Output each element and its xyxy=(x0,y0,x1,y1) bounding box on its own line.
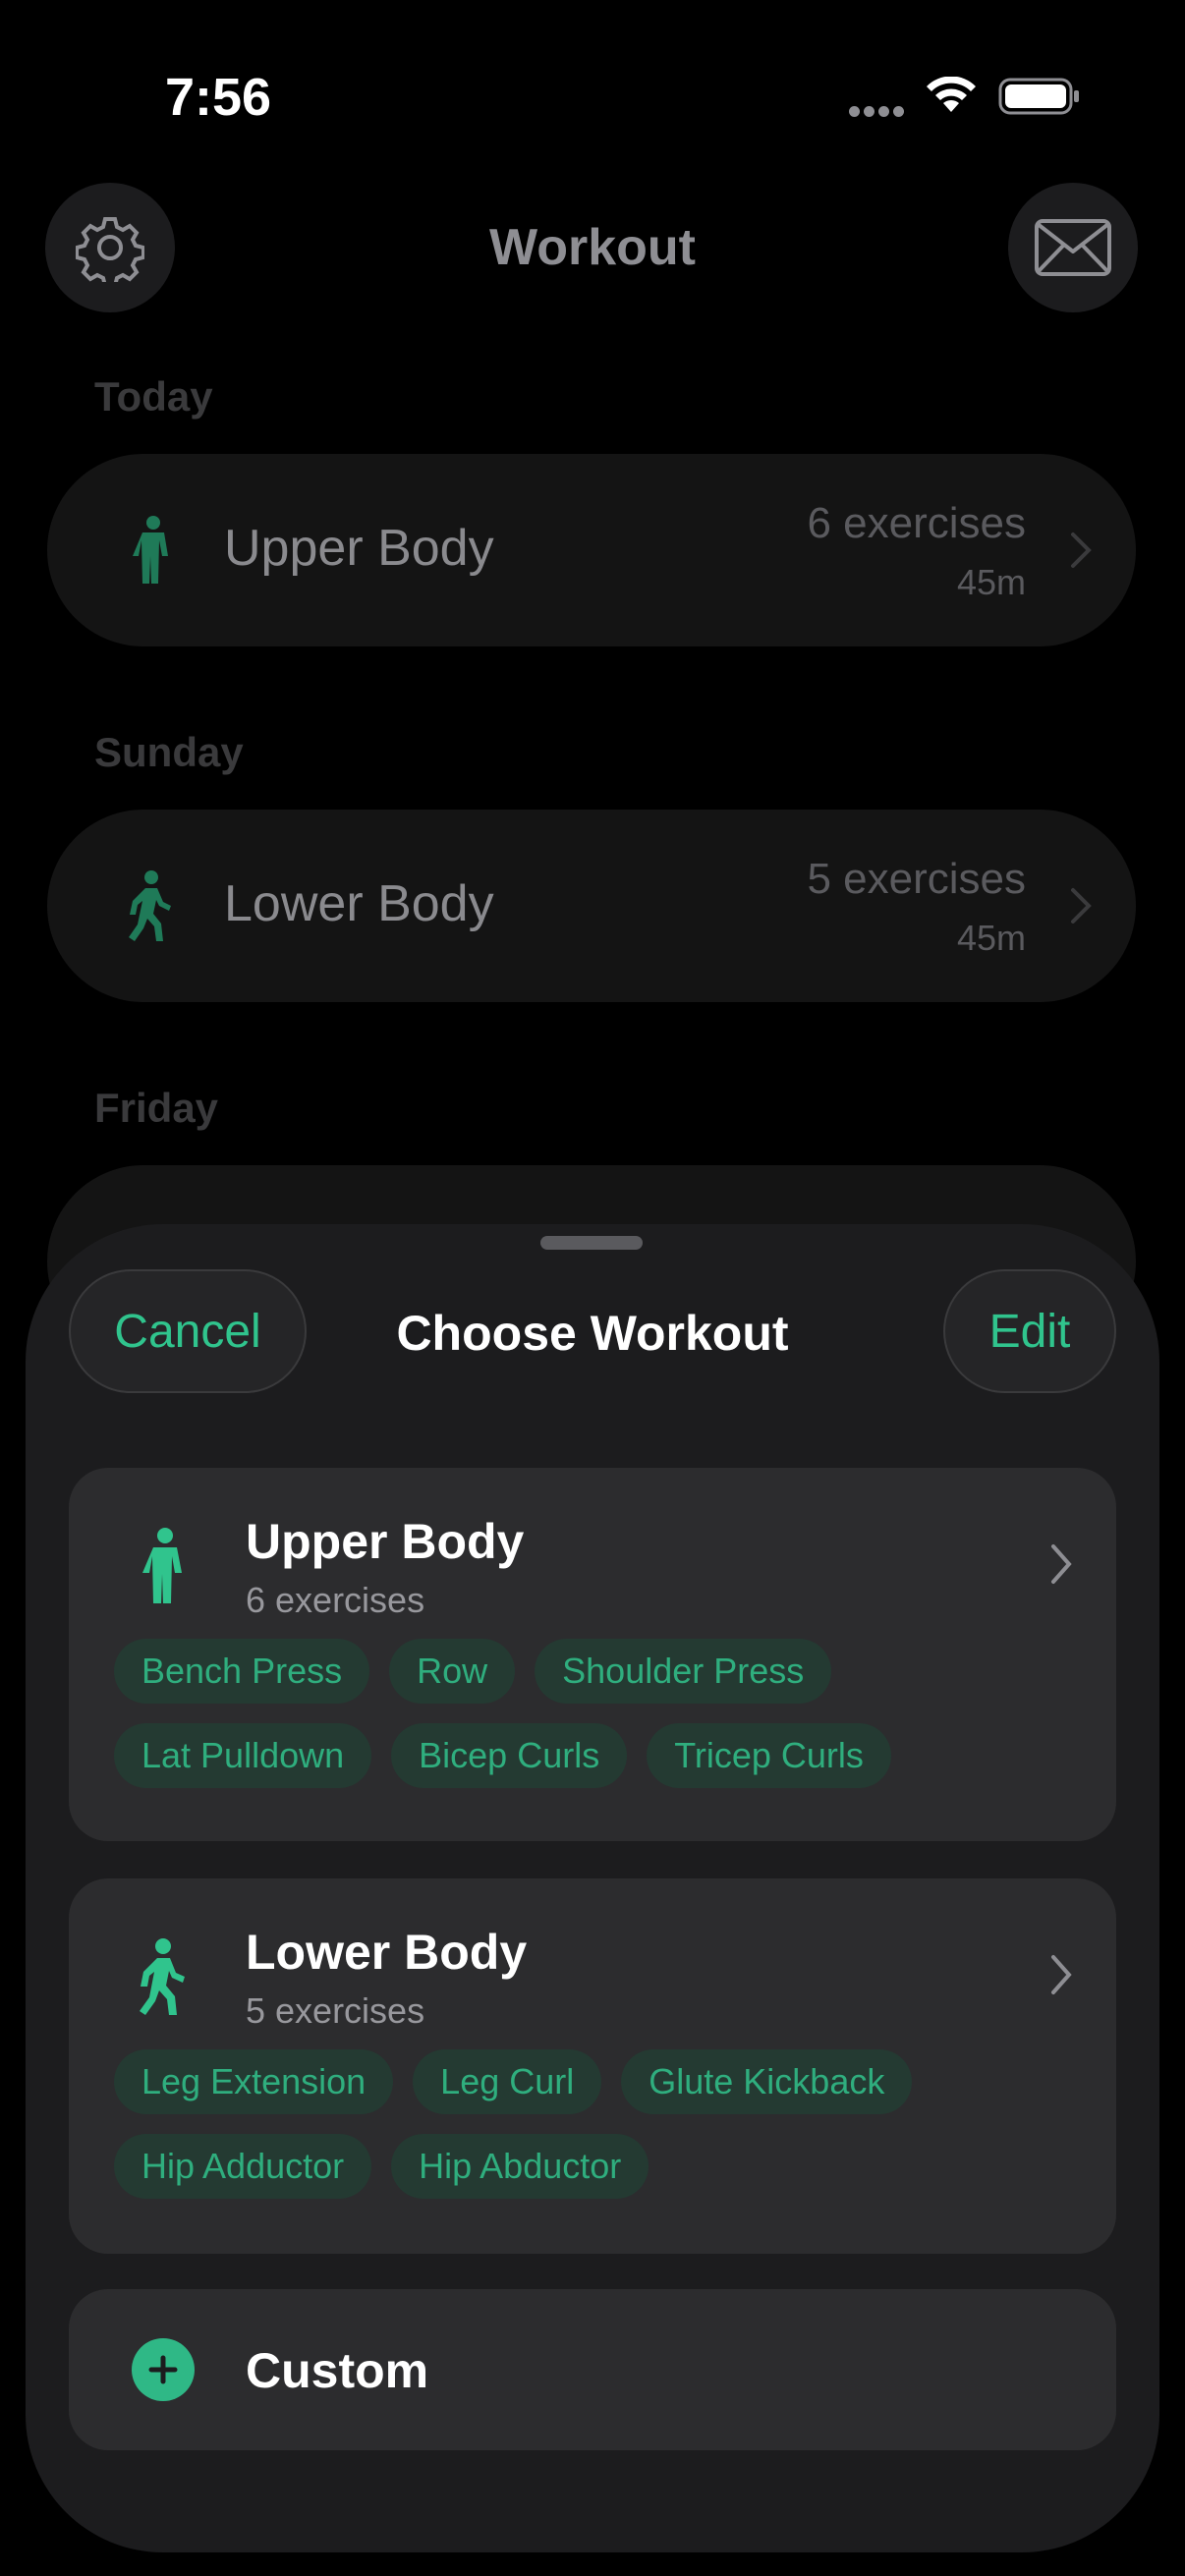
section-label-today: Today xyxy=(94,373,213,420)
walking-figure-icon xyxy=(129,870,171,941)
wifi-icon xyxy=(927,77,976,112)
exercise-tag: Glute Kickback xyxy=(621,2049,913,2114)
exercise-tag: Tricep Curls xyxy=(647,1723,891,1788)
edit-button[interactable]: Edit xyxy=(943,1269,1116,1393)
exercise-tag: Lat Pulldown xyxy=(114,1723,372,1788)
workout-duration: 45m xyxy=(956,918,1026,958)
workout-option-upper-body[interactable]: Upper Body 6 exercises Bench Press Row S… xyxy=(69,1468,1116,1841)
custom-label: Custom xyxy=(246,2343,429,2398)
exercise-tag: Row xyxy=(389,1639,516,1704)
chevron-right-icon xyxy=(1051,1544,1072,1584)
plus-circle-icon xyxy=(132,2338,195,2401)
exercise-tag: Hip Abductor xyxy=(391,2134,649,2199)
workout-name: Upper Body xyxy=(246,1514,525,1569)
exercise-tag: Leg Extension xyxy=(114,2049,394,2114)
workout-name: Lower Body xyxy=(246,1925,528,1980)
chevron-right-icon xyxy=(1051,1955,1072,1994)
schedule-card-upper-body[interactable]: Upper Body 6 exercises 45m xyxy=(47,454,1136,646)
exercise-tag: Leg Curl xyxy=(413,2049,602,2114)
walking-figure-icon xyxy=(140,1938,185,2015)
status-time: 7:56 xyxy=(165,68,272,127)
battery-icon xyxy=(998,78,1079,115)
section-label-friday: Friday xyxy=(94,1085,219,1131)
envelope-icon xyxy=(1035,219,1111,276)
standing-figure-icon xyxy=(133,516,168,584)
chevron-right-icon xyxy=(1071,888,1092,924)
workout-duration: 45m xyxy=(956,562,1026,602)
schedule-card-lower-body[interactable]: Lower Body 5 exercises 45m xyxy=(47,810,1136,1002)
exercise-count: 6 exercises xyxy=(807,499,1026,547)
exercise-tag: Shoulder Press xyxy=(535,1639,832,1704)
signal-icon xyxy=(849,104,908,117)
exercise-tag: Bicep Curls xyxy=(391,1723,628,1788)
section-label-sunday: Sunday xyxy=(94,729,244,775)
exercise-count: 6 exercises xyxy=(246,1580,425,1620)
mail-button[interactable] xyxy=(1008,183,1138,312)
sheet-grabber[interactable] xyxy=(540,1236,643,1250)
standing-figure-icon xyxy=(142,1528,182,1603)
exercise-tag: Bench Press xyxy=(114,1639,370,1704)
custom-workout-button[interactable]: Custom xyxy=(69,2289,1116,2450)
exercise-count: 5 exercises xyxy=(807,855,1026,903)
exercise-count: 5 exercises xyxy=(246,1990,425,2031)
chevron-right-icon xyxy=(1071,532,1092,568)
exercise-tag: Hip Adductor xyxy=(114,2134,372,2199)
workout-name: Lower Body xyxy=(224,875,494,932)
workout-option-lower-body[interactable]: Lower Body 5 exercises Leg Extension Leg… xyxy=(69,1878,1116,2254)
workout-name: Upper Body xyxy=(224,520,494,577)
